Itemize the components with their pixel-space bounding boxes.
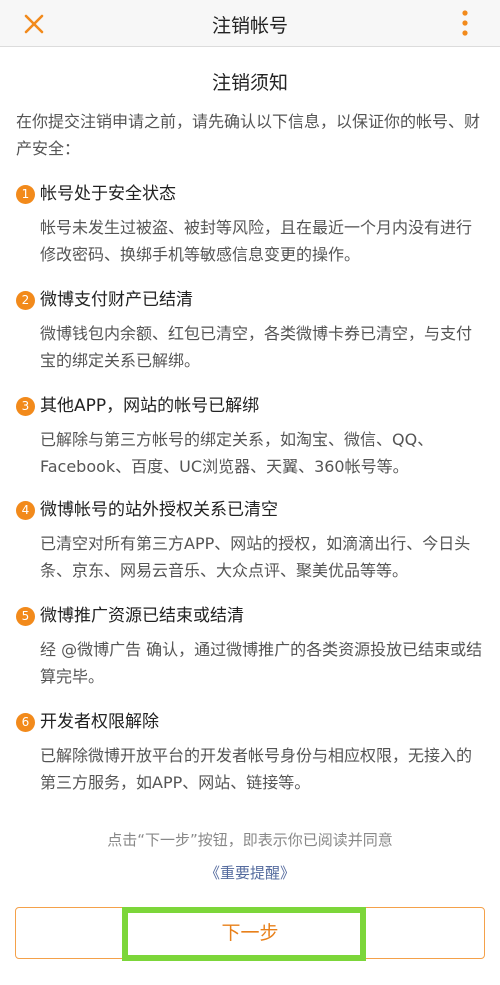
account-deletion-page: 注销帐号 注销须知 在你提交注销申请之前，请先确认以下信息，以保证你的帐号、财产…: [0, 0, 500, 985]
important-reminder-link[interactable]: 《重要提醒》: [0, 862, 500, 883]
notice-intro: 在你提交注销申请之前，请先确认以下信息，以保证你的帐号、财产安全：: [16, 112, 481, 158]
item-description: 已解除与第三方帐号的绑定关系，如淘宝、微信、QQ、Facebook、百度、UC浏…: [40, 430, 434, 476]
notice-item-1: 1 帐号处于安全状态 帐号未发生过被盗、被封等风险，且在最近一个月内没有进行修改…: [16, 182, 486, 268]
number-badge: 4: [16, 501, 35, 520]
item-title: 其他APP，网站的帐号已解绑: [40, 396, 260, 416]
item-description: 帐号未发生过被盗、被封等风险，且在最近一个月内没有进行修改密码、换绑手机等敏感信…: [40, 218, 473, 264]
number-badge: 6: [16, 713, 35, 732]
number-badge: 1: [16, 185, 35, 204]
number-badge: 5: [16, 607, 35, 626]
notice-item-3: 3 其他APP，网站的帐号已解绑 已解除与第三方帐号的绑定关系，如淘宝、微信、Q…: [16, 394, 486, 480]
item-description: 已解除微博开放平台的开发者帐号身份与相应权限，无接入的第三方服务，如APP、网站…: [40, 746, 473, 792]
notice-item-2: 2 微博支付财产已结清 微博钱包内余额、红包已清空，各类微博卡券已清空，与支付宝…: [16, 288, 486, 374]
item-title: 微博支付财产已结清: [40, 290, 193, 310]
item-description: 微博钱包内余额、红包已清空，各类微博卡券已清空，与支付宝的绑定关系已解绑。: [40, 324, 473, 370]
agreement-note: 点击“下一步”按钮，即表示你已阅读并同意: [107, 831, 393, 849]
item-title: 开发者权限解除: [40, 712, 159, 732]
notice-item-4: 4 微博帐号的站外授权关系已清空 已清空对所有第三方APP、网站的授权，如滴滴出…: [16, 498, 486, 584]
notice-item-6: 6 开发者权限解除 已解除微博开放平台的开发者帐号身份与相应权限，无接入的第三方…: [16, 710, 486, 796]
notice-item-5: 5 微博推广资源已结束或结清 经 @微博广告 确认，通过微博推广的各类资源投放已…: [16, 604, 486, 690]
top-bar: 注销帐号: [0, 0, 500, 47]
item-description: 经 @微博广告 确认，通过微博推广的各类资源投放已结束或结算完毕。: [40, 640, 483, 686]
page-title: 注销帐号: [211, 15, 288, 37]
notice-title: 注销须知: [211, 72, 288, 94]
item-title: 微博推广资源已结束或结清: [40, 606, 244, 626]
item-title: 微博帐号的站外授权关系已清空: [40, 500, 278, 520]
number-badge: 3: [16, 397, 35, 416]
item-description: 已清空对所有第三方APP、网站的授权，如滴滴出行、今日头条、京东、网易云音乐、大…: [40, 534, 471, 580]
number-badge: 2: [16, 291, 35, 310]
next-step-button[interactable]: 下一步: [15, 907, 485, 959]
item-title: 帐号处于安全状态: [40, 184, 176, 204]
more-options-icon[interactable]: [455, 8, 475, 38]
